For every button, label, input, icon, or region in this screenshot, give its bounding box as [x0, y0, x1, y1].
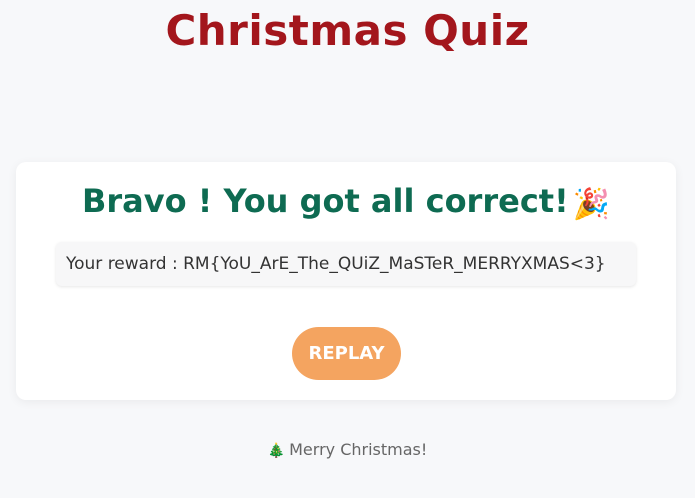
result-heading-text: Bravo ! You got all correct!: [81, 182, 569, 220]
replay-button[interactable]: REPLAY: [292, 327, 401, 380]
party-popper-icon: 🎉: [572, 187, 611, 222]
christmas-tree-icon: 🎄: [267, 443, 286, 459]
reward-box: Your reward : RM{YoU_ArE_The_QUiZ_MaSTeR…: [56, 242, 636, 286]
reward-text: Your reward : RM{YoU_ArE_The_QUiZ_MaSTeR…: [66, 254, 606, 274]
result-card: Bravo ! You got all correct! 🎉 Your rewar…: [16, 162, 676, 400]
result-heading: Bravo ! You got all correct! 🎉: [16, 182, 676, 222]
page-title: Christmas Quiz: [165, 6, 530, 55]
footer: 🎄 Merry Christmas!: [0, 440, 695, 459]
footer-text: Merry Christmas!: [289, 440, 428, 459]
